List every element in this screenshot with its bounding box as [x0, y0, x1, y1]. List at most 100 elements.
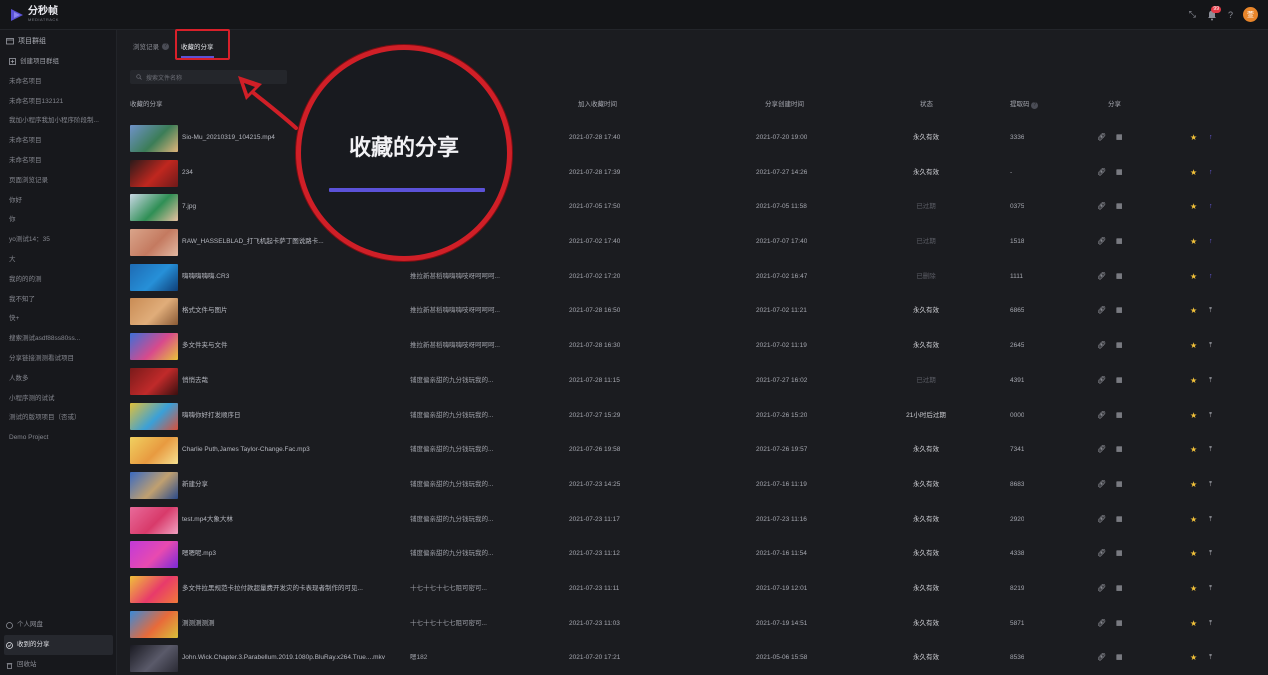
qrcode-icon[interactable]: ▦ [1116, 572, 1123, 607]
table-row[interactable]: 新建分享 铺度偏亲甜的九分钱玩我的... 2021-07-23 14:25 2021-… [0, 468, 1268, 503]
star-icon[interactable]: ★ [1190, 433, 1197, 468]
file-thumbnail[interactable] [130, 506, 178, 534]
unpin-icon[interactable]: ⤒ [1209, 468, 1212, 503]
file-name[interactable]: 测测测测测 [182, 607, 215, 642]
qrcode-icon[interactable]: ▦ [1116, 433, 1123, 468]
table-row[interactable]: John.Wick.Chapter.3.Parabellum.2019.1080… [0, 641, 1268, 675]
table-row[interactable]: 格式文件与图片 推拉新甚稻嗨嗨嗨吱呀呵呵呵... 2021-07-28 16:50 2… [0, 294, 1268, 329]
star-icon[interactable]: ★ [1190, 468, 1197, 503]
table-row[interactable]: 7.jpg 2021-07-05 17:50 2021-07-05 11:58 已过期… [0, 190, 1268, 225]
link-icon[interactable]: 🔗︎ [1097, 537, 1106, 572]
star-icon[interactable]: ★ [1190, 607, 1197, 642]
file-name[interactable]: RAW_HASSELBLAD_打飞机起卡萨丁图说路卡... [182, 225, 324, 260]
link-icon[interactable]: 🔗︎ [1097, 121, 1106, 156]
star-icon[interactable]: ★ [1190, 572, 1197, 607]
table-row[interactable]: RAW_HASSELBLAD_打飞机起卡萨丁图说路卡...有时...2021-0… [0, 225, 1268, 260]
star-icon[interactable]: ★ [1190, 641, 1197, 675]
unpin-icon[interactable]: ⤒ [1209, 294, 1212, 329]
avatar[interactable]: 萱 [1243, 7, 1258, 22]
table-row[interactable]: Charlie Puth,James Taylor-Change.Fac.mp3… [0, 433, 1268, 468]
create-group-button[interactable]: 创建项目群组 [0, 52, 117, 72]
star-icon[interactable]: ★ [1190, 156, 1197, 191]
file-thumbnail[interactable] [130, 194, 178, 222]
table-row[interactable]: 多文件拉黑规范卡拉付款超量费开发灾的卡表现者制作的可见... 十七十七十七七阻可密… [0, 572, 1268, 607]
file-name[interactable]: 悄悄去哉 [182, 364, 208, 399]
file-thumbnail[interactable] [130, 229, 178, 257]
table-row[interactable]: test.mp4大象大林 铺度偏亲甜的九分钱玩我的... 2021-07-23 11… [0, 503, 1268, 538]
column-header-share[interactable]: 分享 [1108, 98, 1121, 108]
qrcode-icon[interactable]: ▦ [1116, 329, 1123, 364]
table-row[interactable]: 嗯嗯呢.mp3 铺度偏亲甜的九分钱玩我的... 2021-07-23 11:12 20… [0, 537, 1268, 572]
star-icon[interactable]: ★ [1190, 537, 1197, 572]
qrcode-icon[interactable]: ▦ [1116, 537, 1123, 572]
table-row[interactable]: Sio-Mu_20210319_104215.mp4 2021-07-28 17:… [0, 121, 1268, 156]
link-icon[interactable]: 🔗︎ [1097, 364, 1106, 399]
file-name[interactable]: 嗨嗨你好打发顺序日 [182, 399, 241, 434]
file-thumbnail[interactable] [130, 125, 178, 152]
table-row[interactable]: 悄悄去哉 铺度偏亲甜的九分钱玩我的... 2021-07-28 11:15 2021-… [0, 364, 1268, 399]
pin-icon[interactable]: ↑ [1209, 190, 1213, 225]
notification-button[interactable]: 99 [1206, 5, 1221, 21]
file-name[interactable]: 多文件夹与文件 [182, 329, 228, 364]
table-row[interactable]: 234 2021-07-28 17:39 2021-07-27 14:26 永久有效 -… [0, 156, 1268, 191]
qrcode-icon[interactable]: ▦ [1116, 503, 1123, 538]
unpin-icon[interactable]: ⤒ [1209, 537, 1212, 572]
sidebar-header[interactable]: 项目群组 [6, 36, 46, 46]
file-thumbnail[interactable] [130, 402, 178, 430]
star-icon[interactable]: ★ [1190, 260, 1197, 295]
link-icon[interactable]: 🔗︎ [1097, 433, 1106, 468]
qrcode-icon[interactable]: ▦ [1116, 468, 1123, 503]
link-icon[interactable]: 🔗︎ [1097, 503, 1106, 538]
tab-browse-history[interactable]: 浏览记录 ? [133, 41, 169, 51]
unpin-icon[interactable]: ⤒ [1209, 329, 1212, 364]
qrcode-icon[interactable]: ▦ [1116, 260, 1123, 295]
link-icon[interactable]: 🔗︎ [1097, 260, 1106, 295]
table-row[interactable]: 嗨嗨你好打发顺序日 铺度偏亲甜的九分钱玩我的... 2021-07-27 15:29… [0, 399, 1268, 434]
link-icon[interactable]: 🔗︎ [1097, 190, 1106, 225]
file-name[interactable]: 234 [182, 156, 193, 191]
link-icon[interactable]: 🔗︎ [1097, 399, 1106, 434]
unpin-icon[interactable]: ⤒ [1209, 399, 1212, 434]
sidebar-item[interactable]: 未命名项目 [0, 72, 117, 92]
file-name[interactable]: 格式文件与图片 [182, 294, 228, 329]
file-name[interactable]: 嗨嗨嗨嗨嗨.CR3 [182, 260, 229, 295]
table-row[interactable]: 嗨嗨嗨嗨嗨.CR3 推拉新甚稻嗨嗨嗨吱呀呵呵呵... 2021-07-02 17:2… [0, 260, 1268, 295]
link-icon[interactable]: 🔗︎ [1097, 294, 1106, 329]
unpin-icon[interactable]: ⤒ [1209, 364, 1212, 399]
qrcode-icon[interactable]: ▦ [1116, 156, 1123, 191]
link-icon[interactable]: 🔗︎ [1097, 225, 1106, 260]
unpin-icon[interactable]: ⤒ [1209, 503, 1212, 538]
qrcode-icon[interactable]: ▦ [1116, 225, 1123, 260]
star-icon[interactable]: ★ [1190, 399, 1197, 434]
file-thumbnail[interactable] [130, 263, 178, 291]
star-icon[interactable]: ★ [1190, 121, 1197, 156]
table-row[interactable]: 多文件夹与文件 推拉新甚稻嗨嗨嗨吱呀呵呵呵... 2021-07-28 16:30 2… [0, 329, 1268, 364]
unpin-icon[interactable]: ⤒ [1209, 607, 1212, 642]
expand-icon[interactable]: ⤡ [1189, 9, 1196, 20]
file-thumbnail[interactable] [130, 471, 178, 499]
column-header-added[interactable]: 加入收藏时间 [578, 98, 617, 108]
qrcode-icon[interactable]: ▦ [1116, 607, 1123, 642]
file-thumbnail[interactable] [130, 367, 178, 395]
unpin-icon[interactable]: ⤒ [1209, 572, 1212, 607]
file-thumbnail[interactable] [130, 610, 178, 638]
column-header-code[interactable]: 提取码 ? [1010, 98, 1039, 109]
file-thumbnail[interactable] [130, 575, 178, 603]
file-thumbnail[interactable] [130, 437, 178, 465]
file-name[interactable]: 7.jpg [182, 190, 196, 225]
help-icon[interactable]: ? [162, 42, 169, 50]
qrcode-icon[interactable]: ▦ [1116, 641, 1123, 675]
file-name[interactable]: 新建分享 [182, 468, 208, 503]
pin-icon[interactable]: ↑ [1209, 225, 1213, 260]
file-name[interactable]: Sio-Mu_20210319_104215.mp4 [182, 121, 275, 156]
app-logo[interactable]: 分秒帧 MEDIATRACK [10, 7, 59, 22]
star-icon[interactable]: ★ [1190, 294, 1197, 329]
unpin-icon[interactable]: ⤒ [1209, 641, 1212, 675]
file-thumbnail[interactable] [130, 645, 178, 673]
qrcode-icon[interactable]: ▦ [1116, 121, 1123, 156]
file-name[interactable]: John.Wick.Chapter.3.Parabellum.2019.1080… [182, 641, 385, 675]
file-name[interactable]: Charlie Puth,James Taylor-Change.Fac.mp3 [182, 433, 310, 468]
link-icon[interactable]: 🔗︎ [1097, 572, 1106, 607]
qrcode-icon[interactable]: ▦ [1116, 294, 1123, 329]
link-icon[interactable]: 🔗︎ [1097, 468, 1106, 503]
